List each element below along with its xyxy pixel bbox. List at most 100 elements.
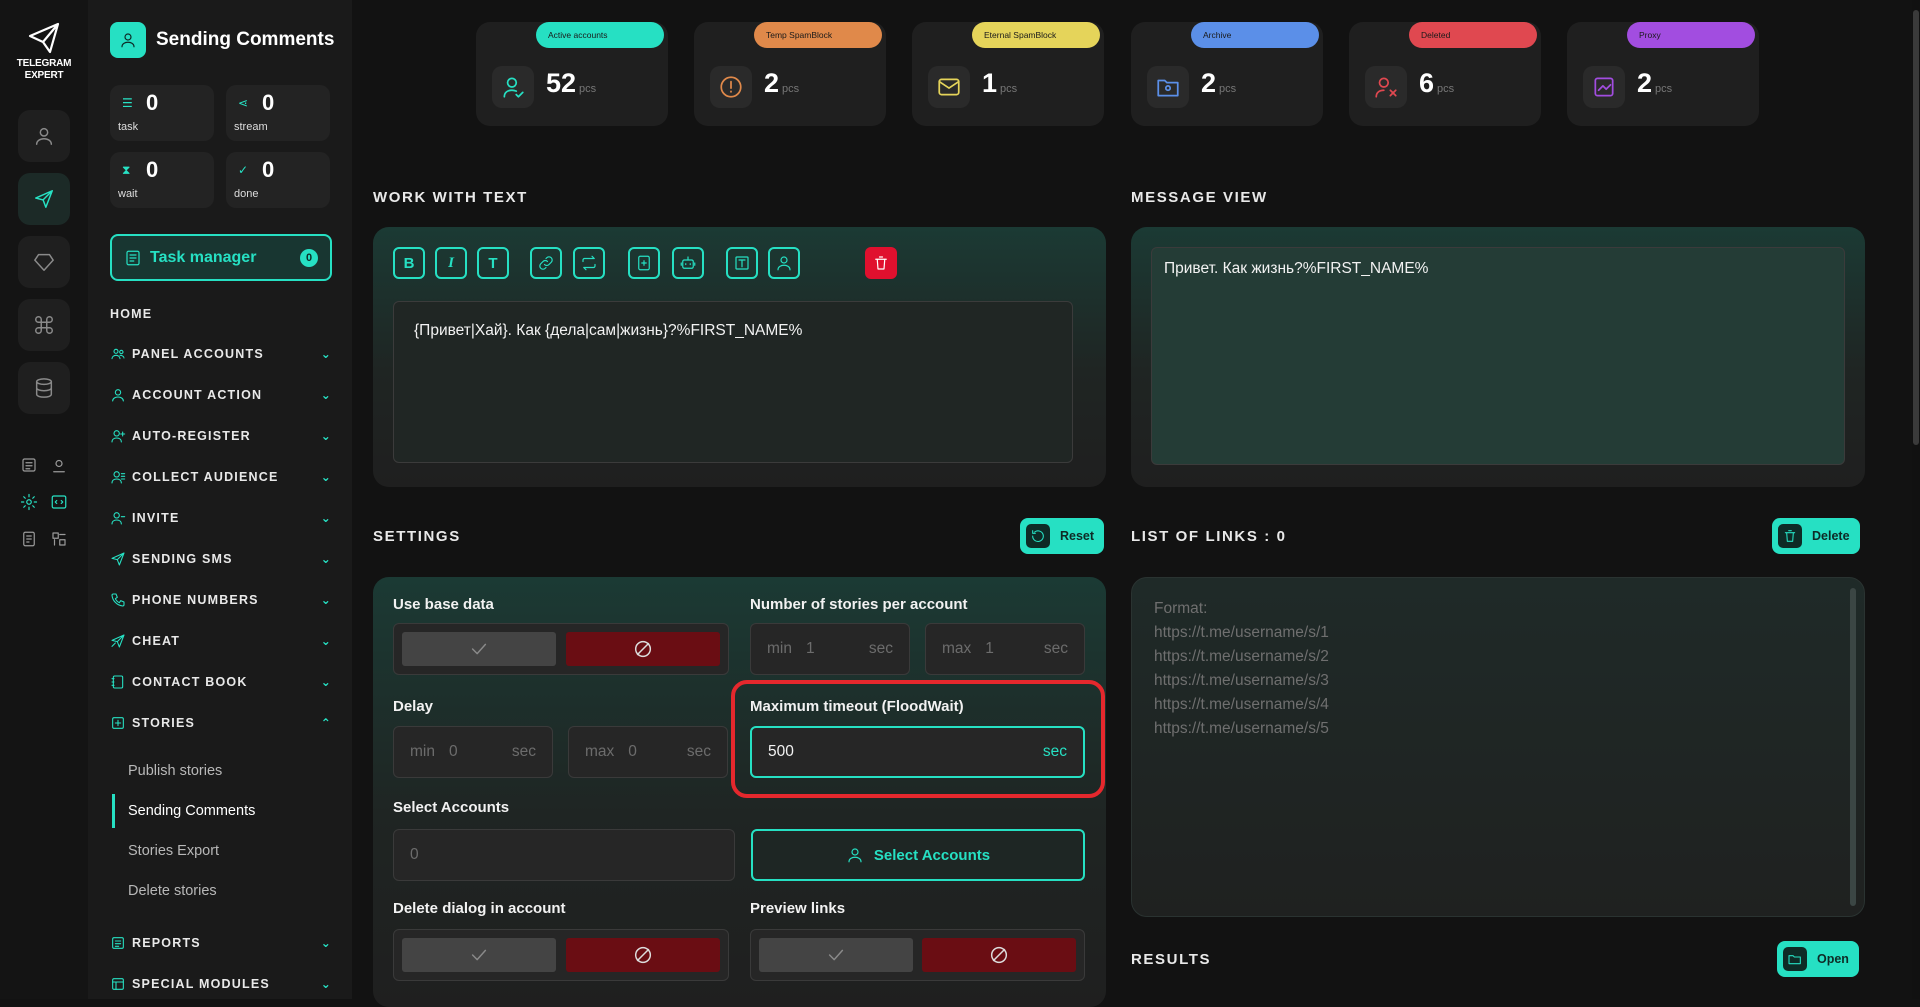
file-plus-icon	[638, 255, 650, 271]
max-timeout-value: 500	[768, 743, 794, 760]
check-icon	[471, 643, 487, 655]
message-preview: Привет. Как жизнь?%FIRST_NAME%	[1151, 247, 1845, 465]
rail-database-button[interactable]	[18, 362, 70, 414]
rail-command-button[interactable]	[18, 299, 70, 351]
link-button[interactable]	[530, 247, 562, 279]
delete-text-button[interactable]	[865, 247, 897, 279]
subnav-sending-comments[interactable]: Sending Comments	[112, 794, 312, 828]
chevron-down-icon: ⌄	[320, 470, 332, 484]
settings-title: SETTINGS	[373, 528, 461, 545]
delete-dialog-label: Delete dialog in account	[393, 900, 566, 917]
rail-doc-icon[interactable]	[20, 530, 40, 550]
chevron-down-icon: ⌄	[320, 634, 332, 648]
toggle-no[interactable]	[566, 938, 720, 972]
database-icon	[35, 378, 53, 398]
delete-dialog-toggle[interactable]	[393, 929, 729, 981]
counter-active-accounts[interactable]: Active accounts 52 pcs	[476, 22, 668, 126]
counter-deleted[interactable]: Deleted 6 pcs	[1349, 22, 1541, 126]
rail-send-button[interactable]	[18, 173, 70, 225]
nav-home[interactable]: HOME	[110, 300, 332, 328]
links-scrollbar[interactable]	[1850, 588, 1856, 906]
stories-min-field[interactable]: min 1 sec	[750, 623, 910, 675]
counter-label: Temp SpamBlock	[754, 22, 882, 48]
page-scrollbar-thumb[interactable]	[1913, 10, 1919, 445]
task-icon: ☰	[122, 96, 133, 110]
chevron-down-icon: ⌄	[320, 429, 332, 443]
nav-account-action[interactable]: ACCOUNT ACTION ⌄	[110, 381, 332, 409]
nav-reports[interactable]: REPORTS ⌄	[110, 929, 332, 957]
open-results-button[interactable]: Open	[1777, 941, 1859, 977]
rail-location-icon[interactable]	[50, 456, 70, 476]
nav-stories[interactable]: STORIES ⌃	[110, 709, 332, 737]
nav-sending-sms[interactable]: SENDING SMS ⌄	[110, 545, 332, 573]
toggle-no[interactable]	[566, 632, 720, 666]
nav-panel-accounts[interactable]: PANEL ACCOUNTS ⌄	[110, 340, 332, 368]
app-logo[interactable]: TELEGRAM EXPERT	[0, 18, 88, 82]
toggle-yes[interactable]	[402, 938, 556, 972]
user-x-icon	[1365, 66, 1407, 108]
proxy-icon	[1583, 66, 1625, 108]
nav-label: SPECIAL MODULES	[132, 977, 270, 991]
invite-icon	[110, 510, 126, 526]
bot-button[interactable]	[672, 247, 704, 279]
max-timeout-input[interactable]: 500 sec	[750, 726, 1085, 778]
rail-diamond-button[interactable]	[18, 236, 70, 288]
rail-settings-icon[interactable]	[20, 493, 40, 513]
rail-grid-icon[interactable]	[50, 530, 70, 550]
check-circle-icon: ✓	[238, 163, 249, 177]
stat-done-value: 0	[262, 157, 275, 182]
task-manager-button[interactable]: Task manager 0	[110, 234, 332, 281]
stat-done-label: done	[234, 188, 259, 200]
counter-proxy[interactable]: Proxy 2 pcs	[1567, 22, 1759, 126]
select-accounts-button-label: Select Accounts	[873, 846, 991, 864]
sidebar-title: Sending Comments	[156, 29, 335, 50]
page-scrollbar[interactable]	[1912, 0, 1920, 999]
stories-per-account-label: Number of stories per account	[750, 596, 968, 613]
rail-code-icon[interactable]	[50, 493, 70, 513]
toggle-yes[interactable]	[759, 938, 913, 972]
nav-contact-book[interactable]: CONTACT BOOK ⌄	[110, 668, 332, 696]
counter-label: Deleted	[1409, 22, 1537, 48]
stat-wait-label: wait	[118, 188, 138, 200]
nav-collect-audience[interactable]: COLLECT AUDIENCE ⌄	[110, 463, 332, 491]
reset-icon	[1026, 524, 1050, 548]
stories-max-field[interactable]: max 1 sec	[925, 623, 1085, 675]
nav-cheat[interactable]: CHEAT ⌄	[110, 627, 332, 655]
sidebar: Sending Comments ☰ 0 task ⋖ 0 stream ⧗ 0…	[88, 0, 352, 999]
delay-max-field[interactable]: max 0 sec	[568, 726, 728, 778]
use-base-data-toggle[interactable]	[393, 623, 729, 675]
bold-button[interactable]: B	[393, 247, 425, 279]
nav-invite[interactable]: INVITE ⌄	[110, 504, 332, 532]
subnav-publish-stories[interactable]: Publish stories	[128, 754, 328, 788]
text-button[interactable]: T	[477, 247, 509, 279]
stat-task-label: task	[118, 121, 139, 133]
reset-button[interactable]: Reset	[1020, 518, 1105, 554]
counter-archive[interactable]: Archive 2 pcs	[1131, 22, 1323, 126]
nav-auto-register[interactable]: AUTO-REGISTER ⌄	[110, 422, 332, 450]
select-accounts-button[interactable]: Select Accounts	[751, 829, 1085, 881]
italic-button[interactable]: I	[435, 247, 467, 279]
links-textarea[interactable]: Format: https://t.me/username/s/1 https:…	[1131, 577, 1865, 917]
counter-temp-spamblock[interactable]: Temp SpamBlock 2 pcs	[694, 22, 886, 126]
task-manager-count: 0	[300, 248, 318, 267]
file-add-button[interactable]	[628, 247, 660, 279]
nav-label: REPORTS	[132, 936, 201, 950]
delete-links-button[interactable]: Delete	[1772, 518, 1860, 554]
rail-profile-button[interactable]	[18, 110, 70, 162]
message-text-editor[interactable]: {Привет|Хай}. Как {дела|сам|жизнь}?%FIRS…	[393, 301, 1073, 463]
template-button[interactable]	[726, 247, 758, 279]
name-variable-button[interactable]	[768, 247, 800, 279]
spin-button[interactable]	[573, 247, 605, 279]
rail-list-icon[interactable]	[20, 456, 40, 476]
task-manager-icon	[126, 250, 140, 265]
toggle-no[interactable]	[922, 938, 1076, 972]
toggle-yes[interactable]	[402, 632, 556, 666]
subnav-stories-export[interactable]: Stories Export	[128, 834, 328, 868]
preview-links-toggle[interactable]	[750, 929, 1085, 981]
delay-min-field[interactable]: min 0 sec	[393, 726, 553, 778]
nav-phone-numbers[interactable]: PHONE NUMBERS ⌄	[110, 586, 332, 614]
stat-task: ☰ 0 task	[110, 85, 214, 141]
subnav-delete-stories[interactable]: Delete stories	[128, 874, 328, 908]
nav-special-modules[interactable]: SPECIAL MODULES ⌄	[110, 970, 332, 998]
counter-eternal-spamblock[interactable]: Eternal SpamBlock 1 pcs	[912, 22, 1104, 126]
